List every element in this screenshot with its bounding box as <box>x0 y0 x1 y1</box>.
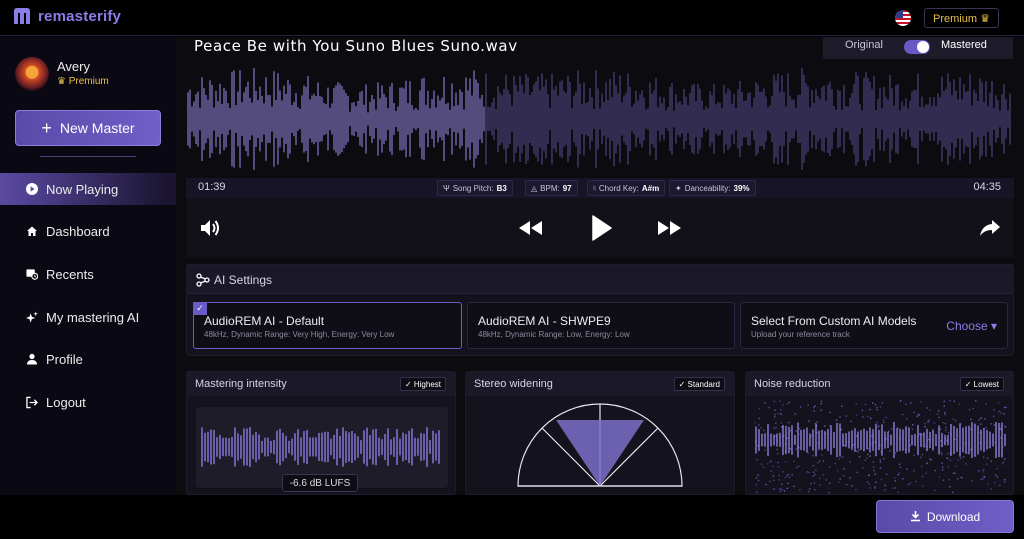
premium-button[interactable]: Premium ♛ <box>924 8 999 28</box>
ai-model-name: AudioREM AI - Default <box>204 314 325 328</box>
sidebar-item-label: Logout <box>46 394 86 410</box>
panel-header: Noise reduction ✓ Lowest <box>746 372 1013 396</box>
new-master-button[interactable]: + New Master <box>15 110 161 146</box>
chord-key-pill: ♮ Chord Key: A#m <box>587 180 666 196</box>
waveform[interactable] <box>186 60 1014 178</box>
noise-reduction-panel: Noise reduction ✓ Lowest <box>745 371 1014 495</box>
panel-title: Mastering intensity <box>195 378 287 390</box>
panel-header: Mastering intensity ✓ Highest <box>187 372 455 396</box>
total-time: 04:35 <box>973 181 1001 193</box>
danceability-value: 39% <box>733 183 750 193</box>
sidebar-item-profile[interactable]: Profile <box>0 343 176 375</box>
panel-title: Stereo widening <box>474 378 553 390</box>
plus-icon: + <box>41 117 52 138</box>
sidebar-item-recents[interactable]: Recents <box>0 258 176 290</box>
stereo-widening-panel: Stereo widening ✓ Standard <box>465 371 735 495</box>
sidebar-item-dashboard[interactable]: Dashboard <box>0 215 176 247</box>
sidebar-item-logout[interactable]: Logout <box>0 386 176 418</box>
mastered-switch[interactable] <box>904 40 930 54</box>
choose-dropdown[interactable]: Choose ▾ <box>946 319 997 333</box>
user-icon <box>26 353 38 365</box>
download-label: Download <box>926 509 981 524</box>
panel-title: Noise reduction <box>754 378 831 390</box>
ai-settings-panel: AI Settings ✓ AudioREM AI - Default 48kH… <box>186 264 1014 356</box>
ai-model-card-shwpe9[interactable]: AudioREM AI - SHWPE9 48kHz, Dynamic Rang… <box>467 302 735 349</box>
top-bar: remasterify Premium ♛ <box>0 0 1024 36</box>
stereo-field-diagram <box>517 403 683 487</box>
avatar[interactable] <box>15 57 49 91</box>
new-master-label: New Master <box>59 120 135 136</box>
user-name: Avery <box>57 59 90 74</box>
ai-network-icon <box>196 273 210 287</box>
home-icon <box>26 225 38 237</box>
play-icon[interactable] <box>590 214 614 242</box>
download-icon <box>910 511 920 522</box>
intensity-badge[interactable]: ✓ Highest <box>399 377 446 391</box>
sidebar-item-label: Now Playing <box>46 181 119 197</box>
chord-key-label: Chord Key: <box>598 183 639 193</box>
ai-model-card-default[interactable]: ✓ AudioREM AI - Default 48kHz, Dynamic R… <box>193 302 462 349</box>
toggle-mastered-label: Mastered <box>941 39 987 51</box>
music-key-icon: ♮ <box>593 183 596 193</box>
ai-model-desc: 48kHz, Dynamic Range: Very High, Energy:… <box>204 330 395 339</box>
metronome-icon: ◬ <box>531 183 538 193</box>
fast-forward-icon[interactable] <box>657 218 681 238</box>
sidebar-divider <box>40 156 136 157</box>
song-pitch-pill: Ψ Song Pitch: B3 <box>437 180 513 196</box>
ai-model-desc: 48kHz, Dynamic Range: Low, Energy: Low <box>478 330 630 339</box>
user-plan-badge: ♛ Premium <box>57 76 109 87</box>
logo-text: remasterify <box>38 7 122 25</box>
sidebar-item-label: Profile <box>46 351 83 367</box>
danceability-pill: ✦ Danceability: 39% <box>669 180 756 196</box>
us-flag-icon[interactable] <box>895 10 911 26</box>
dancer-icon: ✦ <box>675 183 682 193</box>
ai-settings-title: AI Settings <box>214 273 273 287</box>
bpm-pill: ◬ BPM: 97 <box>525 180 578 196</box>
lufs-readout: -6.6 dB LUFS <box>282 474 358 492</box>
noise-waveform <box>754 400 1007 494</box>
stereo-badge[interactable]: ✓ Standard <box>673 377 725 391</box>
sidebar: Avery ♛ Premium + New Master Now Playing… <box>0 37 176 495</box>
sidebar-item-label: Dashboard <box>46 223 110 239</box>
rewind-icon[interactable] <box>519 218 543 238</box>
ai-model-card-custom[interactable]: Select From Custom AI Models Upload your… <box>740 302 1008 349</box>
danceability-label: Danceability: <box>684 183 731 193</box>
track-title: Peace Be with You Suno Blues Suno.wav <box>194 37 518 55</box>
switch-knob <box>917 41 929 53</box>
song-pitch-value: B3 <box>496 183 507 193</box>
logout-icon <box>26 396 38 408</box>
current-time: 01:39 <box>198 181 226 193</box>
share-icon[interactable] <box>979 218 1001 238</box>
play-circle-icon <box>26 183 38 195</box>
sparkle-icon <box>26 311 38 323</box>
sidebar-item-my-mastering-ai[interactable]: My mastering AI <box>0 301 176 333</box>
track-info-bar: 01:39 Ψ Song Pitch: B3 ◬ BPM: 97 ♮ Chord K… <box>186 178 1014 198</box>
sidebar-item-label: My mastering AI <box>46 309 140 325</box>
noise-badge[interactable]: ✓ Lowest <box>959 377 1004 391</box>
toggle-original-label: Original <box>845 39 883 51</box>
ai-model-desc: Upload your reference track <box>751 330 850 339</box>
original-mastered-toggle: Original Mastered <box>823 37 1013 59</box>
ai-model-name: AudioREM AI - SHWPE9 <box>478 314 611 328</box>
bpm-value: 97 <box>562 183 572 193</box>
bpm-label: BPM: <box>540 183 560 193</box>
logo[interactable]: remasterify <box>12 7 121 25</box>
chord-key-value: A#m <box>641 183 660 193</box>
song-pitch-label: Song Pitch: <box>452 183 494 193</box>
footer-bar <box>0 495 1024 539</box>
recents-icon <box>26 268 38 280</box>
logo-mark-icon <box>14 8 30 24</box>
player-controls <box>186 198 1014 258</box>
mastering-intensity-panel: Mastering intensity ✓ Highest -6.6 dB LU… <box>186 371 456 495</box>
sidebar-item-label: Recents <box>46 266 94 282</box>
tuning-fork-icon: Ψ <box>443 183 450 193</box>
sidebar-item-now-playing[interactable]: Now Playing <box>0 173 176 205</box>
download-button[interactable]: Download <box>876 500 1014 533</box>
volume-icon[interactable] <box>198 216 222 240</box>
ai-model-name: Select From Custom AI Models <box>751 314 917 328</box>
panel-header: Stereo widening ✓ Standard <box>466 372 734 396</box>
ai-settings-header: AI Settings <box>187 265 1013 294</box>
